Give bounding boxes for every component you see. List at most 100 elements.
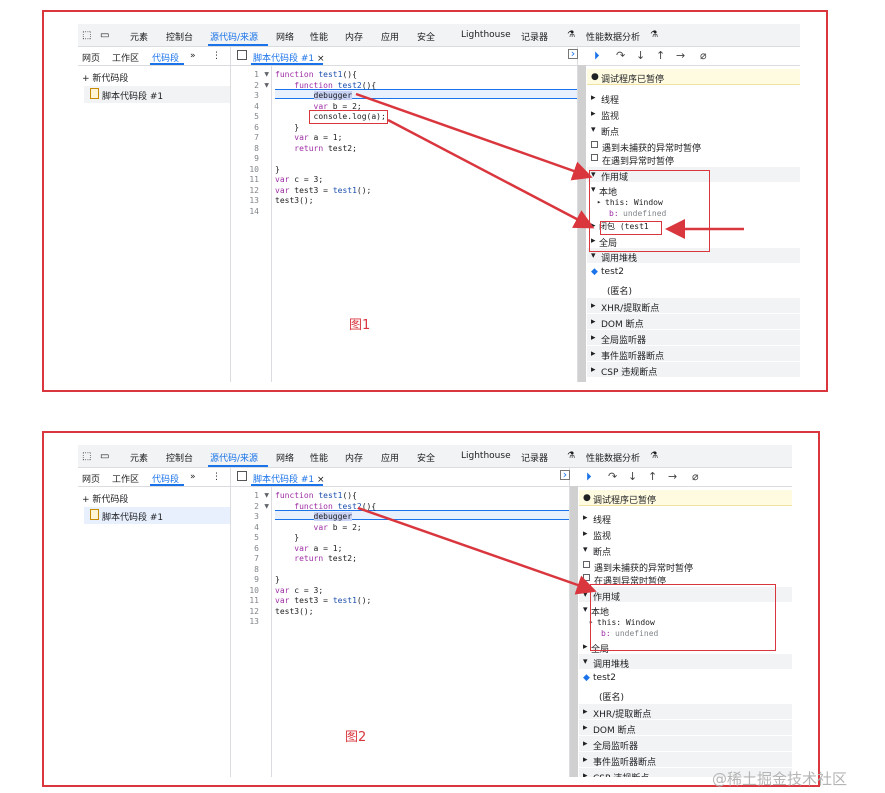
tab-lighthouse[interactable]: Lighthouse [461, 451, 511, 461]
step-into-icon[interactable]: ↓ [636, 49, 645, 62]
csp-breakpoints-pane[interactable]: ▸CSP 违规断点 [587, 362, 800, 378]
more-tabs-icon[interactable]: » [190, 472, 196, 482]
breakpoints-pane[interactable]: ▾ 断点 [579, 542, 792, 558]
tab-sources[interactable]: 源代码/来源 [210, 30, 258, 43]
tab-memory[interactable]: 内存 [345, 30, 363, 43]
step-icon[interactable]: → [676, 49, 685, 62]
tab-workspace[interactable]: 工作区 [112, 472, 139, 485]
tab-application[interactable]: 应用 [381, 30, 399, 43]
fold-arrow-icon[interactable]: ▼ [264, 82, 269, 89]
line-number[interactable]: 3 [254, 91, 259, 100]
toggle-debugger-icon[interactable]: › [568, 48, 578, 59]
tab-security[interactable]: 安全 [417, 30, 435, 43]
scrollbar[interactable] [570, 486, 578, 777]
scrollbar[interactable] [578, 65, 586, 382]
watch-pane[interactable]: ▸ 监视 [587, 106, 800, 122]
tab-performance-insights[interactable]: 性能数据分析 [586, 30, 640, 43]
xhr-breakpoints-pane[interactable]: ▸ XHR/提取断点 [579, 704, 792, 720]
tab-performance[interactable]: 性能 [310, 30, 328, 43]
fold-arrow-icon[interactable]: ▼ [264, 71, 269, 78]
line-number[interactable]: 5 [254, 112, 259, 121]
snippet-item[interactable]: 脚本代码段 #1 [84, 507, 230, 524]
more-tabs-icon[interactable]: » [190, 51, 196, 61]
line-number[interactable]: 4 [254, 102, 259, 111]
pause-caught-checkbox[interactable] [591, 154, 598, 161]
tab-performance[interactable]: 性能 [310, 451, 328, 464]
tab-page[interactable]: 网页 [82, 472, 100, 485]
dom-breakpoints-pane[interactable]: ▸ DOM 断点 [587, 314, 800, 330]
line-number[interactable]: 11 [249, 175, 259, 184]
step-icon[interactable]: → [668, 470, 677, 483]
new-snippet-button[interactable]: + 新代码段 [82, 492, 128, 505]
code-lines[interactable]: function test1(){ function test2(){ debu… [275, 487, 570, 777]
watch-pane[interactable]: ▸ 监视 [579, 526, 792, 542]
pause-caught-checkbox[interactable] [583, 574, 590, 581]
tab-page[interactable]: 网页 [82, 51, 100, 64]
inspect-element-icon[interactable]: ⬚ [82, 30, 91, 41]
inspect-element-icon[interactable]: ⬚ [82, 451, 91, 462]
global-listeners-pane[interactable]: ▸ 全局监听器 [587, 330, 800, 346]
tab-workspace[interactable]: 工作区 [112, 51, 139, 64]
kebab-menu-icon[interactable]: ⋮ [212, 472, 221, 482]
threads-pane[interactable]: ▸ 线程 [579, 510, 792, 526]
stack-frame-test2[interactable]: ◆ test2 [587, 264, 800, 279]
line-number[interactable]: 11 [249, 596, 259, 605]
resume-icon[interactable]: ⏵ [586, 470, 592, 484]
resume-icon[interactable]: ⏵ [594, 49, 600, 63]
stack-frame-anonymous[interactable]: (匿名) [587, 281, 800, 297]
toggle-debugger-icon[interactable]: › [560, 469, 570, 480]
line-number[interactable]: 1 [254, 491, 259, 500]
tab-network[interactable]: 网络 [276, 30, 294, 43]
dom-breakpoints-pane[interactable]: ▸ DOM 断点 [579, 720, 792, 736]
tab-console[interactable]: 控制台 [166, 451, 193, 464]
line-number[interactable]: 6 [254, 123, 259, 132]
line-number[interactable]: 3 [254, 512, 259, 521]
tab-console[interactable]: 控制台 [166, 30, 193, 43]
line-number[interactable]: 9 [254, 154, 259, 163]
line-number[interactable]: 4 [254, 523, 259, 532]
line-number[interactable]: 10 [249, 165, 259, 174]
stack-frame-anonymous[interactable]: (匿名) [579, 687, 792, 703]
snippet-item[interactable]: 脚本代码段 #1 [84, 86, 230, 103]
line-number[interactable]: 7 [254, 554, 259, 563]
tab-memory[interactable]: 内存 [345, 451, 363, 464]
line-number[interactable]: 10 [249, 586, 259, 595]
line-number[interactable]: 8 [254, 144, 259, 153]
call-stack-pane[interactable]: ▾ 调用堆栈 [579, 654, 792, 670]
step-into-icon[interactable]: ↓ [628, 470, 637, 483]
line-number[interactable]: 9 [254, 575, 259, 584]
step-out-icon[interactable]: ↑ [648, 470, 657, 483]
line-number[interactable]: 12 [249, 607, 259, 616]
pause-uncaught-checkbox[interactable] [583, 561, 590, 568]
tab-sources[interactable]: 源代码/来源 [210, 451, 258, 464]
toggle-navigator-icon[interactable] [237, 471, 247, 481]
line-number[interactable]: 8 [254, 565, 259, 574]
tab-network[interactable]: 网络 [276, 451, 294, 464]
xhr-breakpoints-pane[interactable]: ▸ XHR/提取断点 [587, 298, 800, 314]
tab-recorder[interactable]: 记录器 [521, 30, 548, 43]
global-listeners-pane[interactable]: ▸ 全局监听器 [579, 736, 792, 752]
line-number[interactable]: 5 [254, 533, 259, 542]
line-number[interactable]: 13 [249, 196, 259, 205]
line-number[interactable]: 1 [254, 70, 259, 79]
new-snippet-button[interactable]: + 新代码段 [82, 71, 128, 84]
breakpoints-pane[interactable]: ▾ 断点 [587, 122, 800, 138]
threads-pane[interactable]: ▸ 线程 [587, 90, 800, 106]
step-over-icon[interactable]: ↷ [616, 49, 625, 62]
tab-elements[interactable]: 元素 [130, 30, 148, 43]
line-number[interactable]: 2 [254, 502, 259, 511]
deactivate-breakpoints-icon[interactable]: ⌀ [700, 49, 707, 62]
line-number[interactable]: 13 [249, 617, 259, 626]
toggle-navigator-icon[interactable] [237, 50, 247, 60]
line-number[interactable]: 12 [249, 186, 259, 195]
deactivate-breakpoints-icon[interactable]: ⌀ [692, 470, 699, 483]
tab-lighthouse[interactable]: Lighthouse [461, 30, 511, 40]
event-listener-breakpoints-pane[interactable]: ▸ 事件监听器断点 [587, 346, 800, 362]
fold-arrow-icon[interactable]: ▼ [264, 503, 269, 510]
pause-caught-option[interactable]: 在遇到异常时暂停 [587, 151, 800, 167]
pause-uncaught-checkbox[interactable] [591, 141, 598, 148]
fold-arrow-icon[interactable]: ▼ [264, 492, 269, 499]
event-listener-breakpoints-pane[interactable]: ▸ 事件监听器断点 [579, 752, 792, 768]
line-number[interactable]: 6 [254, 544, 259, 553]
line-number[interactable]: 2 [254, 81, 259, 90]
